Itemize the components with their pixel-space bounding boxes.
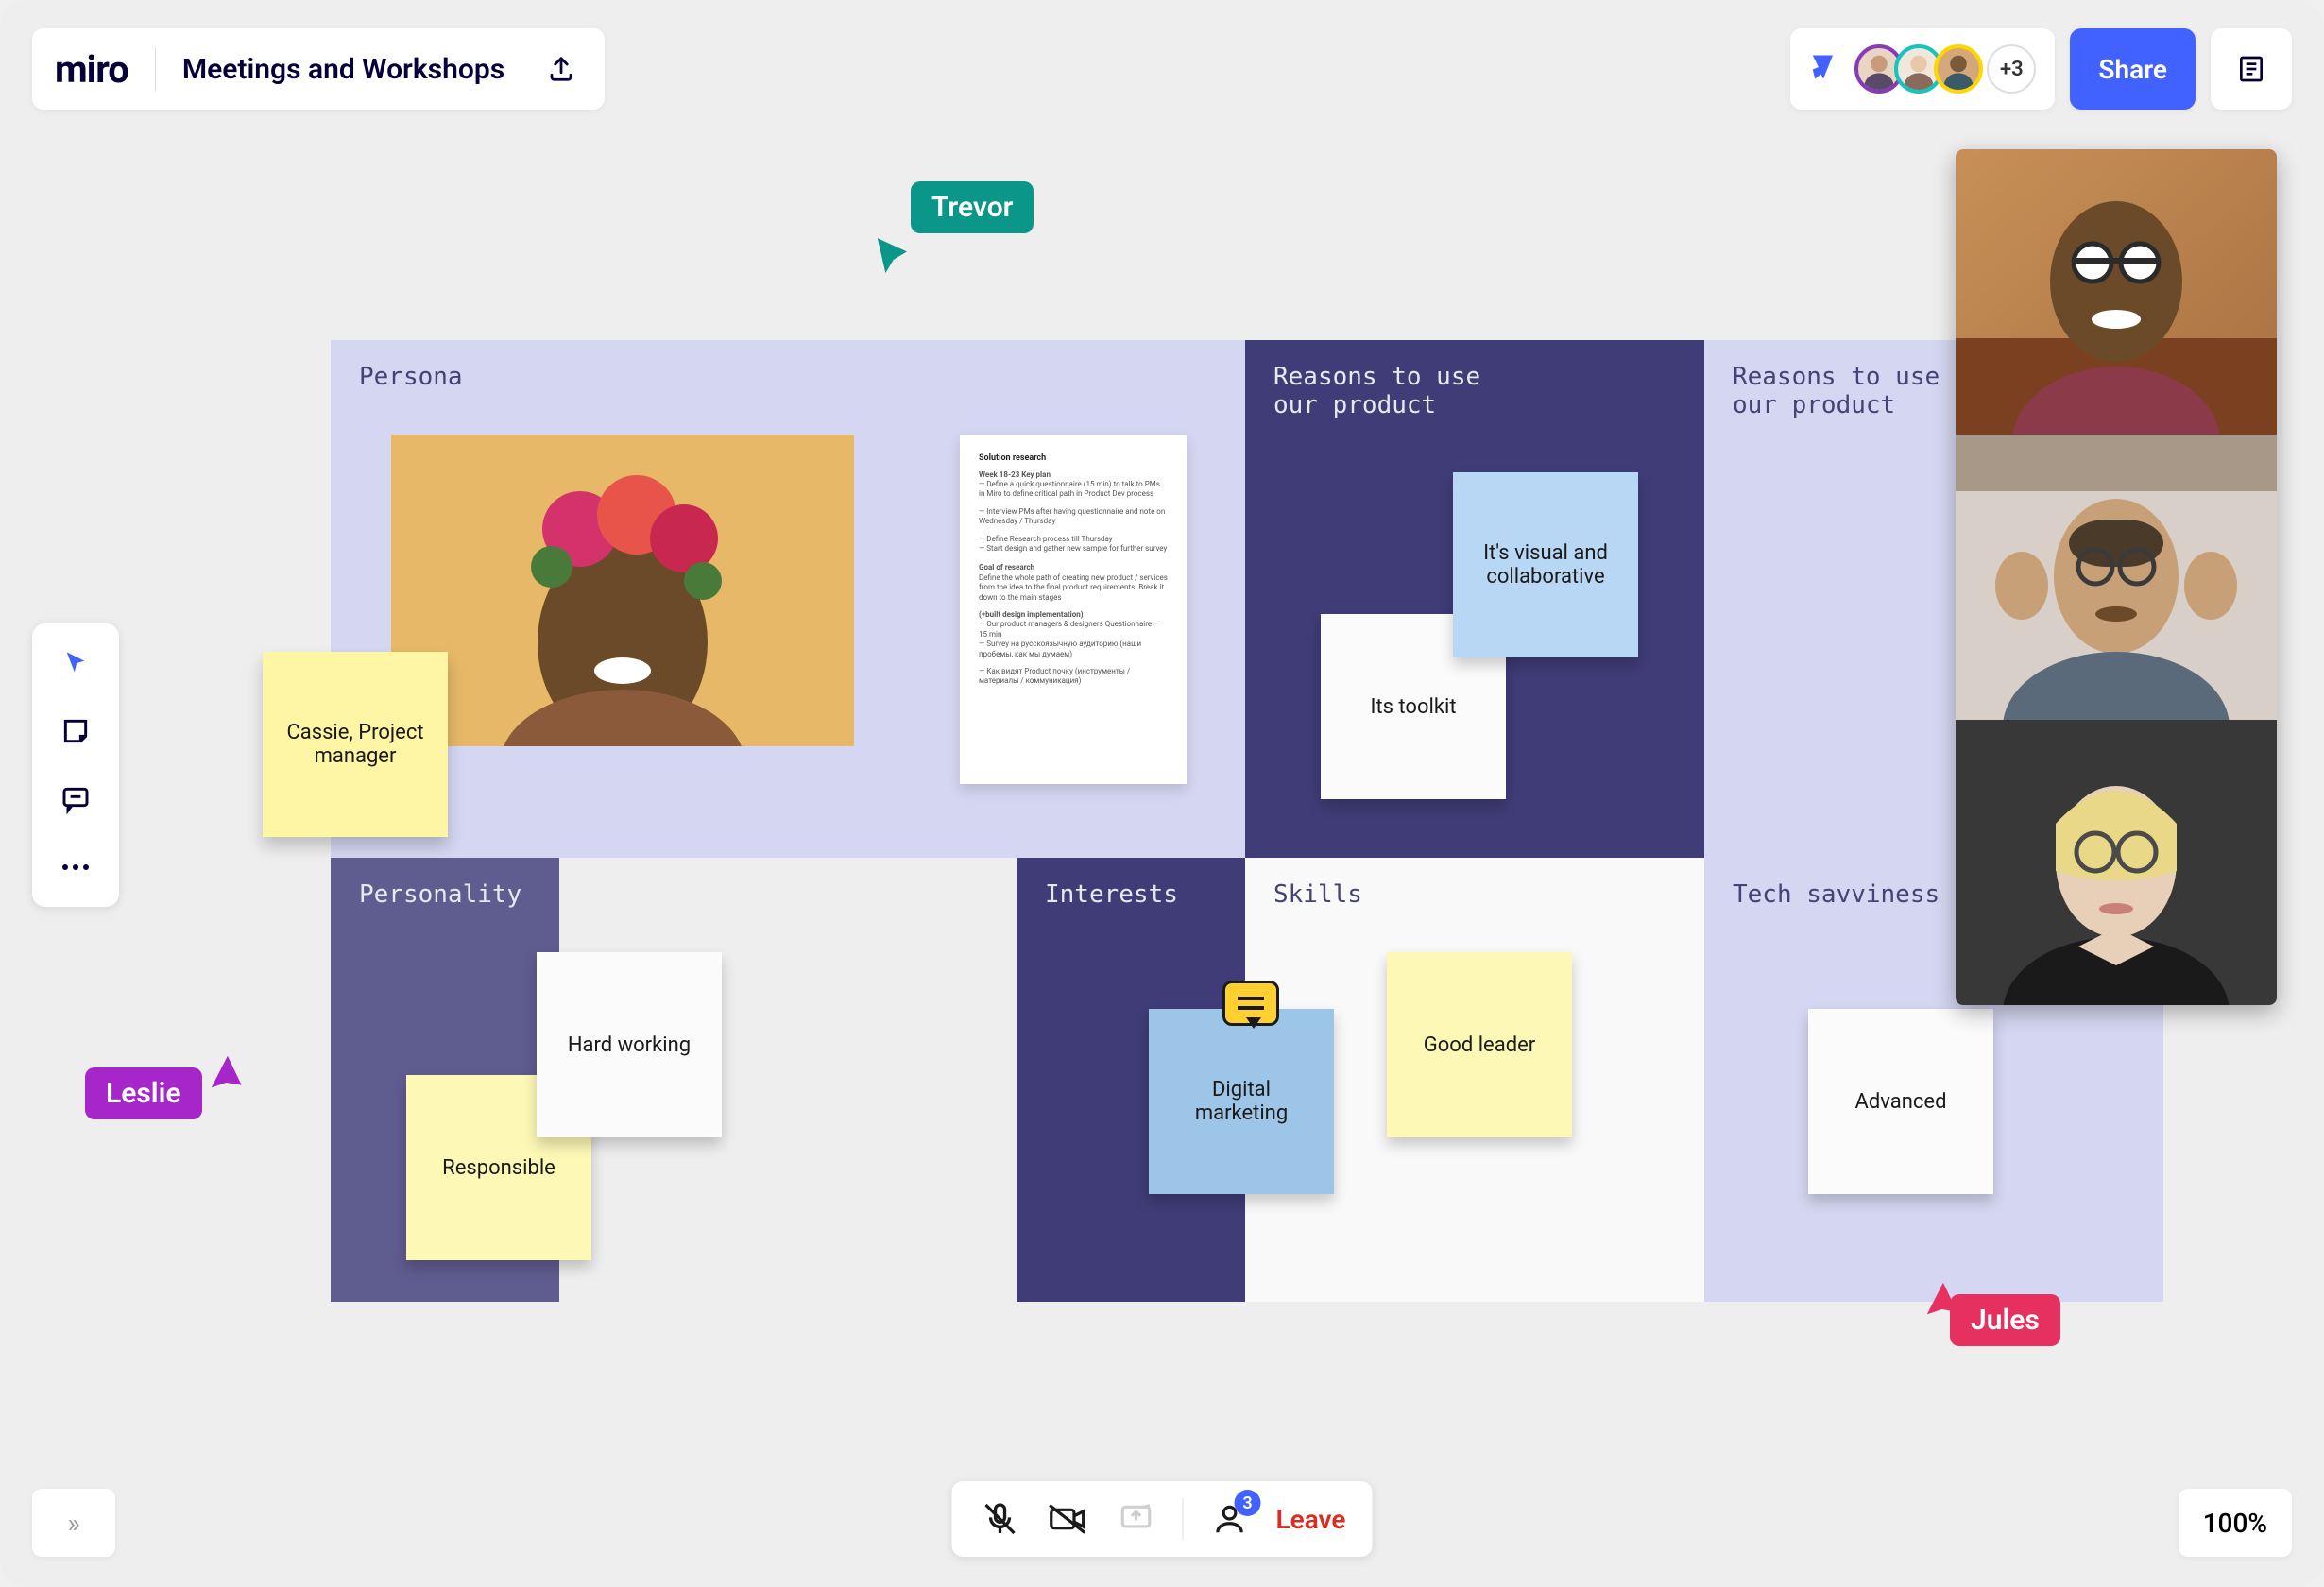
video-tile[interactable] bbox=[1956, 149, 2277, 435]
video-tile[interactable] bbox=[1956, 435, 2277, 720]
mic-toggle[interactable] bbox=[979, 1497, 1022, 1541]
cell-persona[interactable]: Persona Solution researc bbox=[331, 340, 1245, 858]
zoom-indicator[interactable]: 100% bbox=[2179, 1489, 2292, 1557]
collaborators: +3 bbox=[1790, 28, 2055, 110]
camera-toggle[interactable] bbox=[1047, 1497, 1090, 1541]
cursor-pointer-icon bbox=[875, 235, 907, 279]
participants-button[interactable]: 3 bbox=[1208, 1497, 1252, 1541]
cell-title: Persona bbox=[359, 363, 1217, 391]
separator bbox=[1183, 1498, 1184, 1540]
mic-off-icon bbox=[982, 1500, 1019, 1538]
sticky-note[interactable]: Good leader bbox=[1387, 952, 1572, 1137]
screenshare-button[interactable] bbox=[1115, 1497, 1158, 1541]
sticky-note[interactable]: Digital marketing bbox=[1149, 1009, 1334, 1194]
cell-title: Interests bbox=[1045, 880, 1217, 909]
document-card[interactable]: Solution research Week 18-23 Key plan — … bbox=[960, 435, 1187, 784]
cursor-icon bbox=[62, 650, 89, 676]
video-tile[interactable] bbox=[1956, 720, 2277, 1005]
cell-interests[interactable]: Interests Digital marketing bbox=[1017, 858, 1245, 1302]
share-button[interactable]: Share bbox=[2070, 28, 2196, 110]
remote-cursor-trevor: Trevor bbox=[879, 181, 1034, 233]
comment-indicator[interactable] bbox=[1222, 981, 1279, 1026]
export-icon bbox=[547, 55, 575, 83]
logo[interactable]: miro bbox=[55, 47, 156, 92]
cell-personality[interactable]: Personality Hard working Responsible bbox=[331, 858, 559, 1302]
remote-cursor-leslie: Leslie bbox=[85, 1067, 234, 1119]
export-button[interactable] bbox=[540, 48, 582, 90]
toolbar bbox=[32, 623, 119, 907]
meeting-controls: 3 Leave bbox=[952, 1481, 1373, 1557]
board-title[interactable]: Meetings and Workshops bbox=[156, 53, 531, 86]
sticky-note-icon bbox=[60, 716, 91, 746]
select-tool[interactable] bbox=[55, 642, 96, 684]
expand-panel-button[interactable]: » bbox=[32, 1489, 115, 1557]
sticky-note[interactable]: Cassie, Project manager bbox=[263, 652, 448, 837]
comment-tool[interactable] bbox=[55, 778, 96, 820]
sticky-note[interactable]: Hard working bbox=[537, 952, 722, 1137]
participant-count-badge: 3 bbox=[1235, 1490, 1261, 1516]
cell-reasons-1[interactable]: Reasons to useour product It's visual an… bbox=[1245, 340, 1704, 858]
activity-button[interactable] bbox=[2211, 28, 2292, 110]
board-grid: Persona Solution researc bbox=[331, 340, 2163, 1302]
sticky-note[interactable]: Advanced bbox=[1808, 1009, 1993, 1194]
cell-title: Personality bbox=[359, 880, 531, 909]
topbar-left: miro Meetings and Workshops bbox=[32, 28, 605, 110]
video-panel[interactable] bbox=[1956, 149, 2277, 1005]
more-icon bbox=[60, 862, 91, 872]
topbar-right: +3 Share bbox=[1790, 28, 2292, 110]
avatar-stack[interactable]: +3 bbox=[1854, 44, 2036, 94]
app-frame: miro Meetings and Workshops bbox=[0, 0, 2324, 1587]
notes-icon bbox=[2236, 54, 2266, 84]
canvas[interactable]: Persona Solution researc bbox=[331, 340, 2163, 1302]
comment-icon bbox=[60, 784, 91, 814]
avatar-more[interactable]: +3 bbox=[1987, 44, 2036, 94]
sticky-note-tool[interactable] bbox=[55, 710, 96, 752]
leave-button[interactable]: Leave bbox=[1276, 1504, 1346, 1535]
camera-off-icon bbox=[1049, 1501, 1088, 1537]
facilitation-icon[interactable] bbox=[1809, 53, 1837, 85]
sticky-note[interactable]: It's visual and collaborative bbox=[1453, 472, 1638, 657]
more-tools[interactable] bbox=[55, 846, 96, 888]
screenshare-icon bbox=[1119, 1501, 1154, 1537]
chevron-right-icon: » bbox=[67, 1508, 79, 1539]
persona-image[interactable] bbox=[391, 435, 854, 746]
cell-title: Reasons to useour product bbox=[1273, 363, 1676, 419]
avatar[interactable] bbox=[1934, 44, 1983, 94]
cell-title: Skills bbox=[1273, 880, 1676, 909]
remote-cursor-jules: Jules bbox=[1918, 1294, 2060, 1346]
cursor-pointer-icon bbox=[199, 1051, 252, 1105]
person-photo-placeholder bbox=[391, 435, 854, 746]
